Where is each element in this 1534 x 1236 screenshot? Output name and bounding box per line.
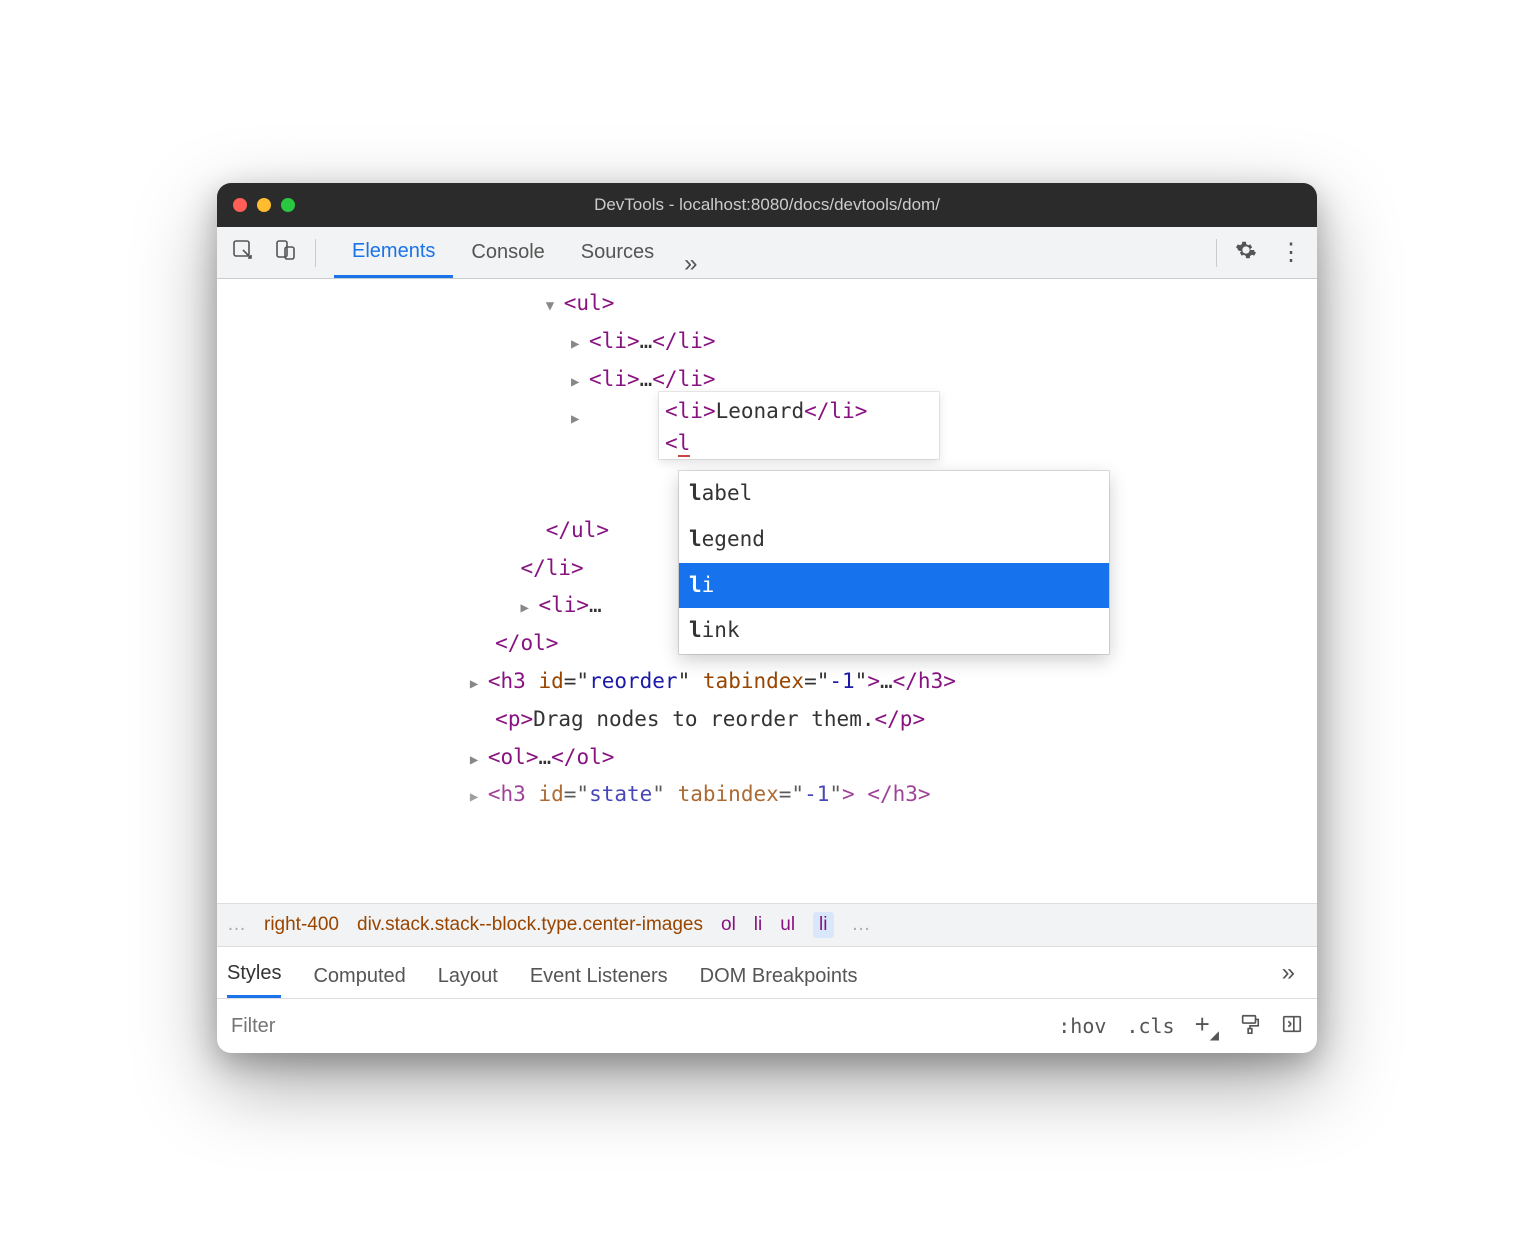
dom-tree[interactable]: ▼<ul> ▶<li>…</li> ▶<li>…</li> ▶ </ul> (217, 279, 1317, 903)
breadcrumb-item[interactable]: div.stack.stack--block.type.center-image… (357, 914, 703, 936)
breadcrumb[interactable]: … right-400 div.stack.stack--block.type.… (217, 903, 1317, 947)
tab-elements[interactable]: Elements (334, 227, 453, 278)
more-tabs-icon[interactable]: » (672, 250, 709, 278)
inspect-element-icon[interactable] (231, 238, 255, 267)
breadcrumb-overflow[interactable]: … (227, 914, 246, 936)
more-subtabs-icon[interactable]: » (1270, 959, 1307, 987)
autocomplete-item-selected[interactable]: li (679, 563, 1109, 609)
tree-node[interactable]: ▶<h3 id="reorder" tabindex="-1">…</h3> (217, 663, 1317, 701)
breadcrumb-item[interactable]: li (754, 914, 762, 936)
autocomplete-item[interactable]: link (679, 608, 1109, 654)
edit-html-box[interactable]: <li>Leonard</li> <l (659, 392, 939, 459)
hov-toggle[interactable]: :hov (1058, 1014, 1106, 1038)
autocomplete-popup[interactable]: label legend li link (679, 471, 1109, 654)
divider (1216, 239, 1217, 267)
divider (315, 239, 316, 267)
maximize-window-button[interactable] (281, 198, 295, 212)
breadcrumb-item[interactable]: ul (780, 914, 795, 936)
gear-icon[interactable] (1235, 239, 1257, 266)
subtab-styles[interactable]: Styles (227, 962, 281, 998)
tree-node[interactable]: ▶<li>…</li> (217, 323, 1317, 361)
minimize-window-button[interactable] (257, 198, 271, 212)
breadcrumb-overflow[interactable]: … (852, 914, 871, 936)
toggle-sidebar-icon[interactable] (1281, 1013, 1303, 1040)
styles-filter-input[interactable] (231, 1015, 1038, 1038)
subtab-computed[interactable]: Computed (313, 965, 405, 998)
device-toggle-icon[interactable] (273, 238, 297, 267)
cls-toggle[interactable]: .cls (1126, 1014, 1174, 1038)
kebab-menu-icon[interactable]: ⋮ (1279, 238, 1303, 267)
main-toolbar: Elements Console Sources » ⋮ (217, 227, 1317, 279)
styles-filter-row: :hov .cls +◢ (217, 999, 1317, 1053)
breadcrumb-item[interactable]: ol (721, 914, 736, 936)
autocomplete-item[interactable]: label (679, 471, 1109, 517)
new-style-rule-icon[interactable]: +◢ (1195, 1009, 1219, 1042)
autocomplete-item[interactable]: legend (679, 517, 1109, 563)
breadcrumb-item-current[interactable]: li (813, 912, 833, 938)
tab-console[interactable]: Console (453, 227, 562, 278)
titlebar: DevTools - localhost:8080/docs/devtools/… (217, 183, 1317, 227)
tab-sources[interactable]: Sources (563, 227, 672, 278)
paint-icon[interactable] (1239, 1013, 1261, 1040)
subtab-layout[interactable]: Layout (438, 965, 498, 998)
subtab-dom-breakpoints[interactable]: DOM Breakpoints (700, 965, 858, 998)
tree-node[interactable]: <p>Drag nodes to reorder them.</p> (217, 701, 1317, 739)
subtab-event-listeners[interactable]: Event Listeners (530, 965, 668, 998)
styles-tabbar: Styles Computed Layout Event Listeners D… (217, 947, 1317, 999)
tree-node[interactable]: ▼<ul> (217, 285, 1317, 323)
tree-node[interactable]: ▶<ol>…</ol> (217, 739, 1317, 777)
window-title: DevTools - localhost:8080/docs/devtools/… (217, 195, 1317, 215)
close-window-button[interactable] (233, 198, 247, 212)
breadcrumb-item[interactable]: right-400 (264, 914, 339, 936)
tree-node[interactable]: ▶<h3 id="state" tabindex="-1"> </h3> (217, 776, 1317, 814)
